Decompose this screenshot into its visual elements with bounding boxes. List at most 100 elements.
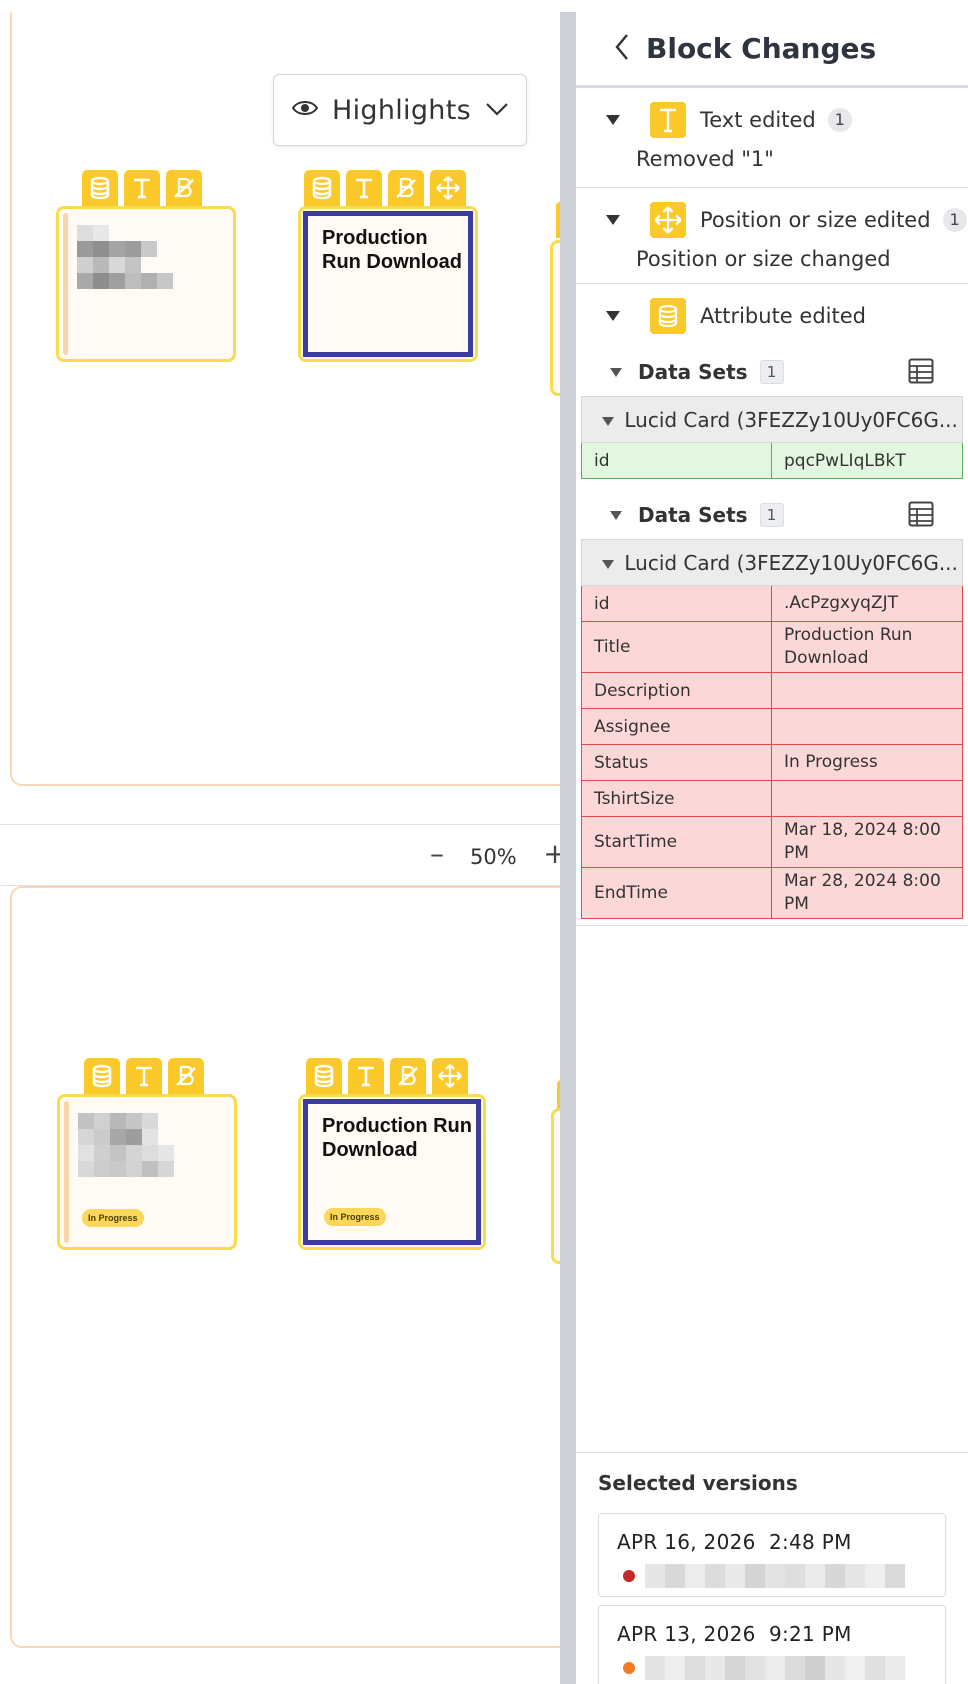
card-blurred[interactable]	[56, 206, 236, 362]
field-value: Mar 18, 2024 8:00 PM	[771, 816, 963, 868]
version-card[interactable]: APR 16, 2026 2:48 PM	[598, 1513, 946, 1597]
collapse-triangle-icon[interactable]	[606, 115, 620, 125]
version-date: APR 16, 2026 2:48 PM	[617, 1530, 852, 1554]
field-value	[771, 672, 963, 709]
section-label: Attribute edited	[700, 304, 866, 328]
highlights-dropdown[interactable]: Highlights	[273, 74, 527, 146]
data-table-added: Lucid Card (3FEZZy10Uy0FC6G... id pqcPwLI…	[581, 396, 963, 479]
card-title: Production Run Download	[322, 227, 462, 273]
eye-icon	[291, 99, 319, 121]
change-section-text: Text edited 1 Removed "1"	[576, 88, 968, 188]
table-row: Assignee	[581, 708, 963, 745]
author-color-dot	[623, 1662, 635, 1674]
card-offscreen[interactable]	[551, 1108, 560, 1264]
field-key: StartTime	[581, 816, 772, 868]
field-value	[771, 780, 963, 817]
collapse-triangle-icon[interactable]	[610, 367, 622, 377]
zoom-bar: – 50% +	[0, 824, 560, 886]
table-row: id pqcPwLIqLBkT	[581, 442, 963, 479]
change-badges	[306, 1058, 468, 1094]
card-blurred[interactable]: In Progress	[57, 1094, 237, 1250]
canvas-pane-current[interactable]: Highlights Production Run Download	[0, 12, 560, 824]
collapse-triangle-icon[interactable]	[602, 416, 614, 426]
change-badges	[82, 170, 202, 206]
redacted-author	[645, 1564, 915, 1588]
database-icon	[304, 170, 340, 206]
count-badge: 1	[759, 503, 784, 527]
move-icon	[432, 1058, 468, 1094]
change-badges	[304, 170, 466, 206]
section-label: Text edited	[700, 108, 816, 132]
table-row: StartTime Mar 18, 2024 8:00 PM	[581, 816, 963, 868]
text-icon	[126, 1058, 162, 1094]
collapse-triangle-icon[interactable]	[606, 311, 620, 321]
redacted-author	[645, 1656, 915, 1680]
panel-header: Block Changes	[576, 12, 968, 88]
collapse-triangle-icon[interactable]	[602, 559, 614, 569]
status-badge: In Progress	[82, 1209, 144, 1227]
data-table-removed: Lucid Card (3FEZZy10Uy0FC6G... id .AcPzgx…	[581, 539, 963, 919]
version-date: APR 13, 2026 9:21 PM	[617, 1622, 852, 1646]
card-production-run[interactable]: Production Run Download	[298, 206, 478, 362]
canvas-pane-previous[interactable]: In Progress Production Run Download In P…	[0, 886, 560, 1684]
collapse-triangle-icon[interactable]	[606, 215, 620, 225]
count-badge: 1	[827, 108, 852, 132]
database-icon	[84, 1058, 120, 1094]
change-detail: Position or size changed	[636, 247, 891, 271]
chevron-down-icon	[485, 101, 509, 120]
count-badge: 1	[942, 208, 967, 232]
card-offscreen[interactable]	[550, 240, 560, 396]
section-header[interactable]: Position or size edited 1	[576, 188, 968, 244]
zoom-in-button[interactable]: +	[540, 839, 560, 869]
zoom-out-button[interactable]: –	[422, 839, 452, 869]
section-label: Position or size edited	[700, 208, 931, 232]
text-icon	[348, 1058, 384, 1094]
card-row[interactable]: Lucid Card (3FEZZy10Uy0FC6G...	[581, 396, 963, 443]
bold-strike-icon	[390, 1058, 426, 1094]
card-production-run[interactable]: Production Run Download In Progress	[298, 1094, 486, 1250]
selected-versions: Selected versions APR 16, 2026 2:48 PM A…	[576, 1452, 968, 1684]
table-row: TshirtSize	[581, 780, 963, 817]
diagram-canvas[interactable]: Highlights Production Run Download – 50%…	[0, 0, 560, 1684]
status-badge: In Progress	[324, 1208, 386, 1226]
change-section-attribute: Attribute edited Data Sets 1 Lucid Card …	[576, 284, 968, 926]
field-key: Description	[581, 672, 772, 709]
bold-strike-icon	[168, 1058, 204, 1094]
card-name: Lucid Card (3FEZZy10Uy0FC6G...	[624, 550, 958, 575]
card-row[interactable]: Lucid Card (3FEZZy10Uy0FC6G...	[581, 539, 963, 586]
table-row: Status In Progress	[581, 744, 963, 781]
count-badge: 1	[759, 360, 784, 384]
table-row: Description	[581, 672, 963, 709]
change-section-position: Position or size edited 1 Position or si…	[576, 188, 968, 284]
card-accent-stripe	[63, 213, 68, 355]
field-value: pqcPwLIqLBkT	[771, 442, 963, 479]
versions-title: Selected versions	[598, 1471, 798, 1495]
section-header[interactable]: Attribute edited	[576, 284, 968, 340]
data-sets-header-removed[interactable]: Data Sets 1	[576, 491, 968, 539]
field-key: id	[581, 442, 772, 479]
field-key: TshirtSize	[581, 780, 772, 817]
table-row: Title Production Run Download	[581, 621, 963, 673]
panel-title: Block Changes	[646, 32, 877, 65]
text-icon	[650, 102, 686, 138]
bold-strike-icon	[388, 170, 424, 206]
collapse-triangle-icon[interactable]	[610, 510, 622, 520]
table-row: id .AcPzgxyqZJT	[581, 585, 963, 622]
field-value: Mar 28, 2024 8:00 PM	[771, 867, 963, 919]
field-value	[771, 708, 963, 745]
data-sets-label: Data Sets	[638, 503, 748, 527]
change-detail: Removed "1"	[636, 147, 774, 171]
card-name: Lucid Card (3FEZZy10Uy0FC6G...	[624, 407, 958, 432]
selection-outline: Production Run Download	[303, 211, 473, 357]
field-value: .AcPzgxyqZJT	[771, 585, 963, 622]
back-chevron-icon[interactable]	[614, 33, 630, 65]
database-icon	[306, 1058, 342, 1094]
version-card[interactable]: APR 13, 2026 9:21 PM	[598, 1605, 946, 1684]
data-sets-header-added[interactable]: Data Sets 1	[576, 348, 968, 396]
table-icon[interactable]	[908, 358, 934, 388]
table-icon[interactable]	[908, 501, 934, 531]
section-header[interactable]: Text edited 1	[576, 88, 968, 144]
panel-resize-handle[interactable]	[560, 12, 576, 1684]
field-key: id	[581, 585, 772, 622]
zoom-level[interactable]: 50%	[470, 845, 517, 869]
